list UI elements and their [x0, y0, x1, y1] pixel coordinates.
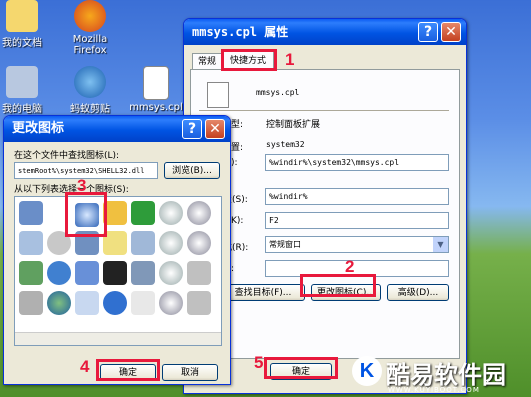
- printer-icon[interactable]: [19, 291, 43, 315]
- cd-rw-icon[interactable]: [159, 261, 183, 285]
- desktop-icon-my-computer[interactable]: 我的电脑: [0, 66, 52, 115]
- step-2-number: 2: [345, 257, 355, 276]
- window-title: mmsys.cpl 属性: [192, 25, 289, 39]
- icon-cancel-button[interactable]: 取消: [162, 364, 218, 381]
- computer-icon: [6, 66, 38, 98]
- location-label: 置:: [231, 143, 244, 153]
- monitor-icon[interactable]: [131, 261, 155, 285]
- desktop-icon-label: 蚂蚁剪贴: [70, 104, 110, 115]
- highlight-properties-ok: [264, 357, 338, 379]
- globe-icon: [74, 66, 106, 98]
- network-icon[interactable]: [131, 231, 155, 255]
- dialog-title: 更改图标: [12, 121, 65, 136]
- advanced-button[interactable]: 高级(D)...: [387, 284, 449, 301]
- help-button[interactable]: ?: [182, 119, 202, 139]
- highlight-shortcut-tab: [221, 49, 277, 71]
- cd-icon[interactable]: [159, 201, 183, 225]
- shortcut-key-label: K):: [231, 216, 244, 226]
- dvd-rom-icon[interactable]: [159, 291, 183, 315]
- comment-label: :: [231, 264, 235, 274]
- properties-titlebar: mmsys.cpl 属性 ? ✕: [184, 19, 466, 45]
- desktop-icon-label: 我的电脑: [2, 104, 42, 115]
- firefox-icon: [74, 0, 106, 32]
- file-search-label: 在这个文件中查找图标(L):: [14, 151, 120, 161]
- separator: [199, 110, 449, 111]
- desktop-icon-clipboard[interactable]: 蚂蚁剪贴: [60, 66, 120, 115]
- chevron-down-icon[interactable]: ▼: [433, 237, 448, 252]
- users-icon[interactable]: [19, 201, 43, 225]
- desktop-icon-label: mmsys.cpl: [129, 102, 183, 113]
- document-icon[interactable]: [131, 291, 155, 315]
- desktop-icon-label: 我的文档: [2, 38, 42, 49]
- watermark-logo: K: [352, 356, 382, 386]
- type-label: 型:: [231, 120, 244, 130]
- start-in-field[interactable]: %windir%: [265, 188, 449, 205]
- file-name: mmsys.cpl: [256, 88, 300, 97]
- change-icon-dialog: 更改图标 ? ✕ 在这个文件中查找图标(L): stemRoot%\system…: [3, 115, 231, 385]
- palette-icon[interactable]: [19, 231, 43, 255]
- target-label: ):: [231, 158, 238, 168]
- type-value: 控制面板扩展: [266, 120, 321, 130]
- close-button[interactable]: ✕: [441, 22, 461, 42]
- desktop-icon-mmsys[interactable]: mmsys.cpl: [126, 66, 186, 113]
- search-icon[interactable]: [75, 291, 99, 315]
- desktop-icon-my-documents[interactable]: 我的文档: [0, 0, 52, 49]
- watermark-text: 酷易软件园: [386, 361, 506, 389]
- window-icon[interactable]: [75, 261, 99, 285]
- watermark-url: WWW.KUYIBOOT.COM: [388, 386, 480, 394]
- control-panel-file-icon: [143, 66, 169, 100]
- black-square-icon[interactable]: [103, 261, 127, 285]
- tab-general[interactable]: 常规: [192, 53, 222, 70]
- highlight-change-icon: [300, 274, 376, 297]
- browse-button[interactable]: 浏览(B)...: [164, 162, 220, 179]
- arrow-right-icon[interactable]: [131, 201, 155, 225]
- location-value: system32: [266, 140, 305, 149]
- run-select-value: 常规窗口: [269, 240, 301, 249]
- globe-icon[interactable]: [47, 291, 71, 315]
- folder-icon: [6, 0, 38, 32]
- run-select[interactable]: 常规窗口 ▼: [265, 236, 449, 253]
- cd-r-icon[interactable]: [159, 231, 183, 255]
- find-target-button[interactable]: 查找目标(F)...: [221, 284, 305, 301]
- question-icon[interactable]: [103, 291, 127, 315]
- step-3-number: 3: [77, 176, 87, 195]
- change-icon-titlebar: 更改图标 ? ✕: [4, 116, 230, 142]
- drive-icon[interactable]: [187, 261, 211, 285]
- disk-drive-icon[interactable]: [187, 291, 211, 315]
- file-icon: [207, 82, 229, 108]
- target-field[interactable]: %windir%\system32\mmsys.cpl: [265, 154, 449, 171]
- shortcut-key-field[interactable]: F2: [265, 212, 449, 229]
- highlight-selected-icon: [65, 192, 107, 237]
- scrollbar[interactable]: [15, 332, 221, 345]
- icon-grid[interactable]: [14, 196, 222, 346]
- dvd-icon[interactable]: [187, 201, 211, 225]
- highlight-icon-ok: [96, 359, 160, 381]
- desktop-icon-label: Mozilla Firefox: [72, 34, 108, 56]
- chart-icon[interactable]: [47, 261, 71, 285]
- step-4-number: 4: [80, 357, 90, 376]
- step-5-number: 5: [254, 353, 264, 372]
- close-button[interactable]: ✕: [205, 119, 225, 139]
- help-button[interactable]: ?: [418, 22, 438, 42]
- step-1-number: 1: [285, 50, 295, 69]
- dvd-ram-icon[interactable]: [187, 231, 211, 255]
- desktop-icon-firefox[interactable]: Mozilla Firefox: [60, 0, 120, 56]
- recycle-icon[interactable]: [19, 261, 43, 285]
